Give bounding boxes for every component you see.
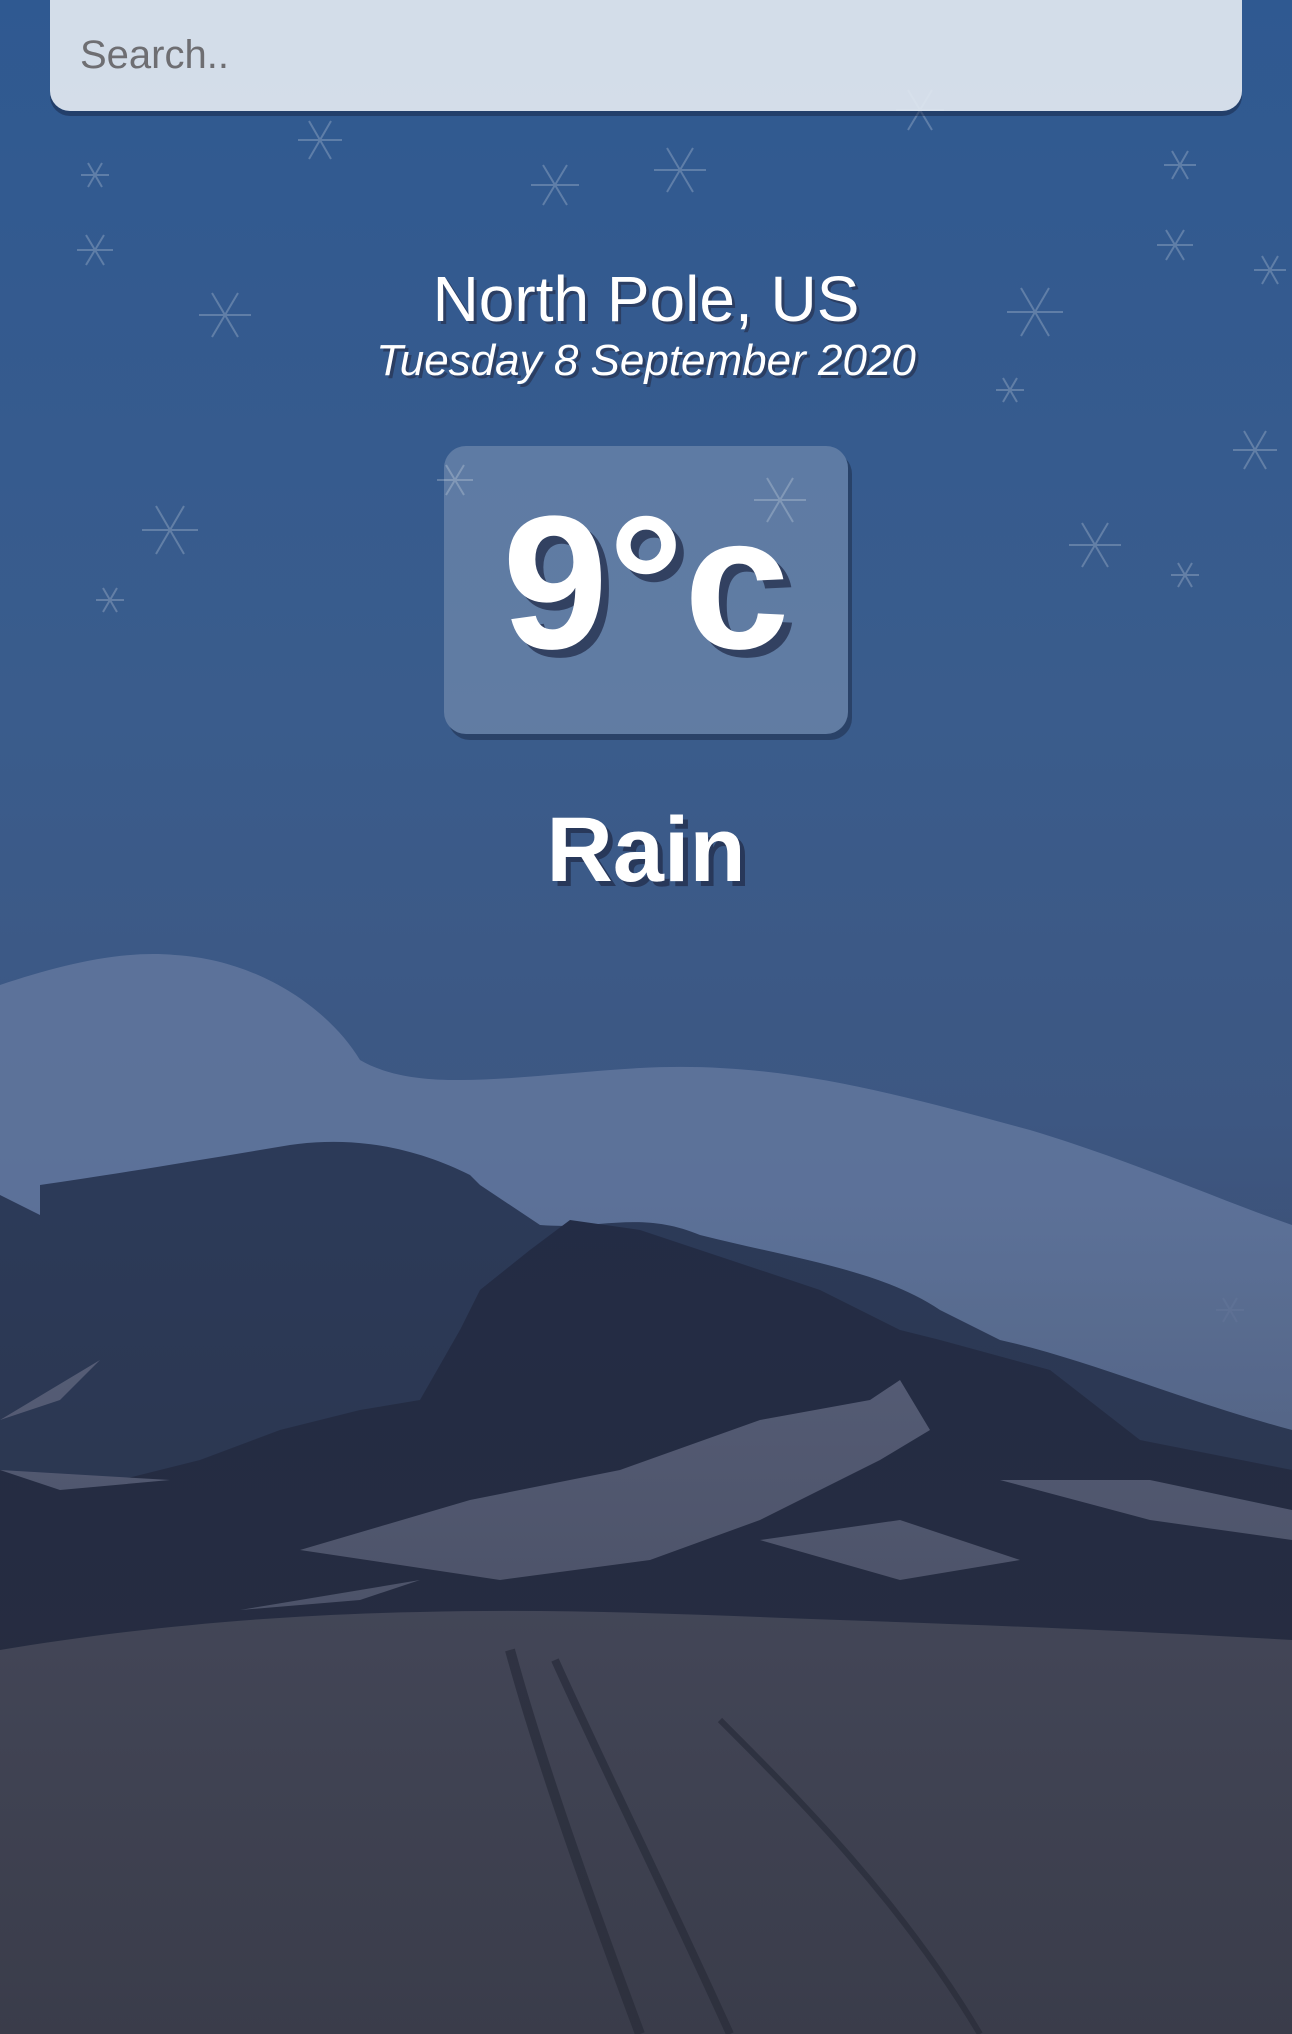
- current-date: Tuesday 8 September 2020: [376, 336, 916, 385]
- location-name: North Pole, US: [432, 263, 860, 335]
- search-bar[interactable]: [50, 0, 1242, 111]
- temperature-value: 9°c: [502, 477, 790, 689]
- search-input[interactable]: [50, 0, 1242, 111]
- temperature-card: 9°c: [444, 446, 848, 734]
- weather-condition: Rain: [546, 799, 746, 901]
